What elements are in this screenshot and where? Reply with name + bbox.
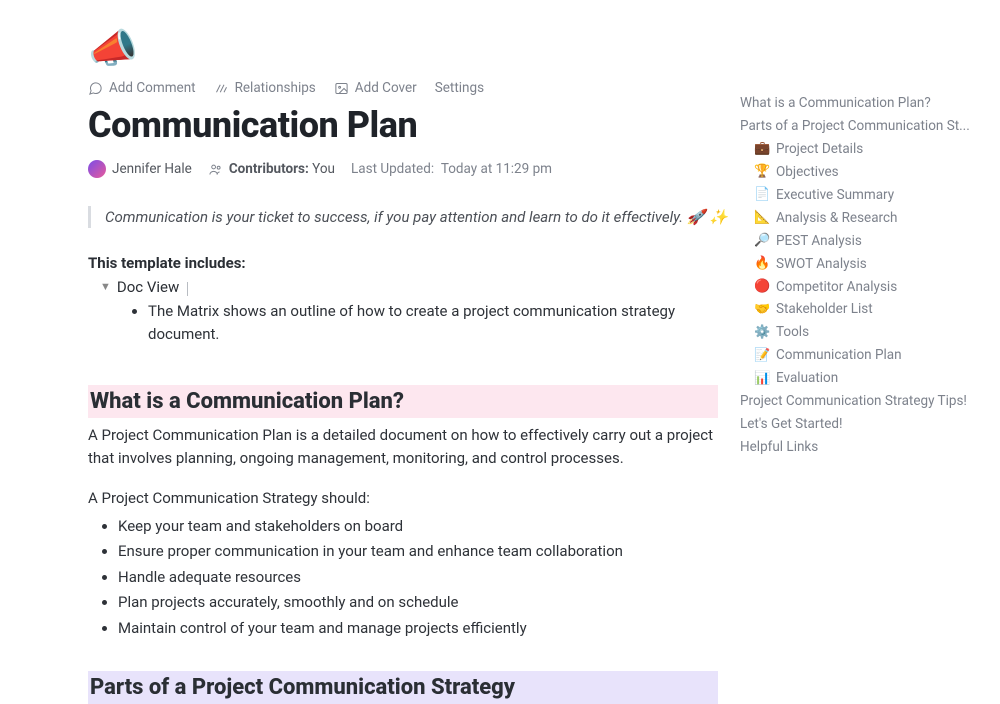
list-item: Keep your team and stakeholders on board [118, 514, 740, 540]
toc-item-icon: 📝 [754, 345, 770, 367]
toc-item-label: PEST Analysis [776, 230, 862, 253]
toc-sub-link[interactable]: 📊 Evaluation [740, 367, 970, 390]
toc-item-icon: 📄 [754, 184, 770, 206]
avatar [88, 160, 106, 178]
toc-sub-link[interactable]: 🔴 Competitor Analysis [740, 276, 970, 299]
toc-sub-link[interactable]: 🤝 Stakeholder List [740, 298, 970, 321]
contributors-label: Contributors: [229, 161, 309, 177]
relationships-label: Relationships [235, 80, 316, 96]
toc-item-label: Tools [776, 321, 809, 344]
quote-block: Communication is your ticket to success,… [88, 206, 740, 228]
toc-link[interactable]: Project Communication Strategy Tips! [740, 390, 970, 413]
page-meta: Jennifer Hale Contributors: You Last Upd… [88, 160, 740, 178]
toc-sub-link[interactable]: 📐 Analysis & Research [740, 207, 970, 230]
add-comment-label: Add Comment [109, 80, 196, 96]
toc-item-label: Project Details [776, 138, 863, 161]
toc-sub-link[interactable]: 💼 Project Details [740, 138, 970, 161]
toc-item-icon: 📐 [754, 207, 770, 229]
text-caret [187, 282, 188, 296]
add-cover-label: Add Cover [355, 80, 417, 96]
relationships-button[interactable]: Relationships [214, 80, 316, 96]
section1-para: A Project Communication Plan is a detail… [88, 424, 718, 469]
outline-sidebar: What is a Communication Plan?Parts of a … [740, 0, 990, 704]
image-icon [334, 81, 349, 96]
last-updated-value: Today at 11:29 pm [441, 161, 552, 177]
add-cover-button[interactable]: Add Cover [334, 80, 417, 96]
settings-label: Settings [435, 80, 484, 96]
toc-item-label: Stakeholder List [776, 298, 873, 321]
toc-item-icon: 🏆 [754, 161, 770, 183]
toc-sub-link[interactable]: 🔎 PEST Analysis [740, 230, 970, 253]
toc-item-label: Objectives [776, 161, 839, 184]
toggle-detail-item: The Matrix shows an outline of how to cr… [148, 300, 708, 345]
page-title: Communication Plan [88, 104, 740, 146]
toc-item-label: Executive Summary [776, 184, 894, 207]
toc-sub-link[interactable]: 📄 Executive Summary [740, 184, 970, 207]
author-name: Jennifer Hale [112, 161, 192, 177]
toc-link[interactable]: Parts of a Project Communication St... [740, 115, 970, 138]
people-icon [208, 162, 223, 177]
template-includes-label: This template includes: [88, 254, 740, 272]
toc-sub-link[interactable]: 🔥 SWOT Analysis [740, 253, 970, 276]
toc-item-label: SWOT Analysis [776, 253, 867, 276]
toc-sub-link[interactable]: 📝 Communication Plan [740, 344, 970, 367]
list-item: Maintain control of your team and manage… [118, 616, 740, 642]
toggle-label: Doc View [117, 278, 179, 296]
toc-item-label: Communication Plan [776, 344, 902, 367]
section1-lead: A Project Communication Strategy should: [88, 487, 718, 510]
toc-item-label: Analysis & Research [776, 207, 898, 230]
toggle-doc-view[interactable]: ▼ Doc View [100, 278, 740, 296]
toc-item-label: Evaluation [776, 367, 838, 390]
toc-item-icon: 💼 [754, 138, 770, 160]
toc-item-icon: 🔴 [754, 276, 770, 298]
contributors-chip[interactable]: Contributors: You [208, 161, 335, 177]
list-item: Handle adequate resources [118, 565, 740, 591]
contributors-value: You [312, 161, 335, 177]
toc-sub-link[interactable]: 🏆 Objectives [740, 161, 970, 184]
toc-item-icon: 🔥 [754, 253, 770, 275]
toc-item-icon: ⚙️ [754, 322, 770, 344]
toc-item-icon: 🤝 [754, 299, 770, 321]
relationships-icon [214, 81, 229, 96]
last-updated-label: Last Updated: [351, 161, 434, 177]
settings-button[interactable]: Settings [435, 80, 484, 96]
toc-link[interactable]: Let's Get Started! [740, 413, 970, 436]
toc-item-icon: 📊 [754, 368, 770, 390]
toc-item-label: Competitor Analysis [776, 276, 897, 299]
heading-what-is: What is a Communication Plan? [88, 385, 718, 418]
heading-parts: Parts of a Project Communication Strateg… [88, 671, 718, 704]
toc-sub-link[interactable]: ⚙️ Tools [740, 321, 970, 344]
chevron-down-icon: ▼ [100, 280, 111, 293]
comment-icon [88, 81, 103, 96]
toc-link[interactable]: Helpful Links [740, 436, 970, 459]
add-comment-button[interactable]: Add Comment [88, 80, 196, 96]
author-chip[interactable]: Jennifer Hale [88, 160, 192, 178]
toc-link[interactable]: What is a Communication Plan? [740, 92, 970, 115]
list-item: Plan projects accurately, smoothly and o… [118, 590, 740, 616]
page-toolbar: Add Comment Relationships Add Cover Sett… [88, 80, 740, 96]
list-item: Ensure proper communication in your team… [118, 539, 740, 565]
toc-item-icon: 🔎 [754, 230, 770, 252]
page-icon[interactable]: 📣 [88, 25, 740, 72]
